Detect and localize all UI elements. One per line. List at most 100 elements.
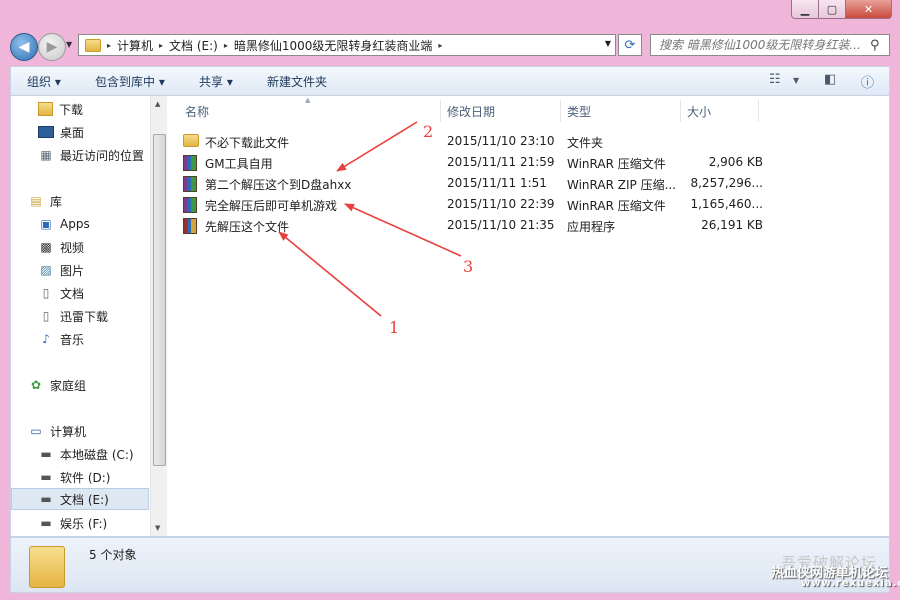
annotation-label-2: 2 <box>423 122 434 141</box>
file-list: ▲ 名称 修改日期 类型 大小 不必下载此文件 2015/11/10 23:10… <box>167 96 889 536</box>
search-input[interactable] <box>650 34 890 56</box>
documents-icon: ▯ <box>42 286 50 300</box>
annotation-arrow-1 <box>278 231 382 317</box>
column-header-date[interactable]: 修改日期 <box>441 100 561 122</box>
view-dropdown-icon[interactable]: ▼ <box>793 76 799 85</box>
file-row-gm-tool[interactable]: GM工具自用 2015/11/11 21:59 WinRAR 压缩文件 2,90… <box>179 152 763 173</box>
chevron-right-icon[interactable]: ▸ <box>436 41 444 50</box>
scroll-down-icon[interactable]: ▼ <box>155 524 160 532</box>
new-folder-button[interactable]: 新建文件夹 <box>267 73 327 90</box>
sidebar-item-videos[interactable]: ▩ 视频 <box>38 236 84 258</box>
file-type: WinRAR 压缩文件 <box>567 199 666 213</box>
file-name: 先解压这个文件 <box>205 220 290 234</box>
close-button[interactable]: ✕ <box>846 0 892 19</box>
maximize-button[interactable]: ▢ <box>819 0 846 19</box>
sidebar-item-drive-e[interactable]: ▬ 文档 (E:) <box>11 488 149 510</box>
chevron-right-icon[interactable]: ▸ <box>222 41 230 50</box>
sidebar-item-libraries[interactable]: ▤ 库 <box>28 190 62 212</box>
sidebar-item-thunder-downloads[interactable]: ▯ 迅雷下载 <box>38 305 108 327</box>
sidebar-item-desktop[interactable]: 桌面 <box>38 121 84 143</box>
breadcrumb-current-folder[interactable]: 暗黑修仙1000级无限转身红装商业端 <box>230 37 437 54</box>
file-size: 26,191 KB <box>701 218 763 232</box>
refresh-button[interactable]: ⟳ <box>618 34 642 56</box>
file-size: 8,257,296... <box>690 176 763 190</box>
annotation-label-1: 1 <box>389 318 400 337</box>
desktop-icon <box>38 126 54 138</box>
recent-places-icon: ▦ <box>40 148 52 162</box>
explorer-window: ▁ ▢ ✕ ◀ ▶ ▼ ▸ 计算机 ▸ 文档 (E:) ▸ 暗黑修仙1000级无… <box>0 0 900 600</box>
chevron-right-icon[interactable]: ▸ <box>105 41 113 50</box>
sidebar-item-label: 图片 <box>60 263 85 278</box>
address-dropdown-icon[interactable]: ▼ <box>605 39 611 48</box>
forward-button[interactable]: ▶ <box>38 33 66 61</box>
include-in-library-menu[interactable]: 包含到库中 ▾ <box>95 73 165 90</box>
navigation-pane: 下载 桌面 ▦ 最近访问的位置 ▤ 库 ▣ Apps ▩ 视频 ▨ 图片 ▯ 文… <box>11 96 149 536</box>
sidebar-item-label: 库 <box>50 194 63 209</box>
scrollbar-thumb[interactable] <box>153 134 166 466</box>
navigation-bar: ◀ ▶ ▼ ▸ 计算机 ▸ 文档 (E:) ▸ 暗黑修仙1000级无限转身红装商… <box>0 30 900 62</box>
sidebar-item-label: Apps <box>60 217 90 231</box>
file-name: GM工具自用 <box>205 157 273 171</box>
address-bar[interactable]: ▸ 计算机 ▸ 文档 (E:) ▸ 暗黑修仙1000级无限转身红装商业端 ▸ ▼ <box>78 34 616 56</box>
sidebar-item-label: 迅雷下载 <box>60 309 109 324</box>
column-header-size[interactable]: 大小 <box>681 100 759 122</box>
folder-icon <box>183 134 199 147</box>
libraries-icon: ▤ <box>30 194 42 208</box>
file-row-full-game-archive[interactable]: 完全解压后即可单机游戏 2015/11/10 22:39 WinRAR 压缩文件… <box>179 194 763 215</box>
winrar-icon <box>183 155 197 171</box>
sidebar-item-label: 音乐 <box>60 332 85 347</box>
column-header-type[interactable]: 类型 <box>561 100 681 122</box>
file-row-second-archive[interactable]: 第二个解压这个到D盘ahxx 2015/11/11 1:51 WinRAR ZI… <box>179 173 763 194</box>
hard-drive-icon: ▬ <box>40 492 52 506</box>
item-count: 5 个对象 <box>89 548 137 562</box>
thunder-download-icon: ▯ <box>42 309 50 323</box>
file-date: 2015/11/11 21:59 <box>447 155 555 169</box>
apps-icon: ▣ <box>40 217 52 231</box>
sidebar-item-music[interactable]: ♪ 音乐 <box>38 328 84 350</box>
winrar-zip-icon <box>183 176 197 192</box>
chevron-right-icon[interactable]: ▸ <box>157 41 165 50</box>
sidebar-item-recent-places[interactable]: ▦ 最近访问的位置 <box>38 144 144 166</box>
pictures-icon: ▨ <box>40 263 52 277</box>
breadcrumb-drive-e[interactable]: 文档 (E:) <box>165 37 222 54</box>
sidebar-item-label: 最近访问的位置 <box>60 148 145 163</box>
view-options-icon[interactable]: ☷ <box>769 72 781 87</box>
sidebar-item-drive-f[interactable]: ▬ 娱乐 (F:) <box>38 512 107 534</box>
exe-icon <box>183 218 197 234</box>
sidebar-item-drive-c[interactable]: ▬ 本地磁盘 (C:) <box>38 443 133 465</box>
file-name: 不必下载此文件 <box>205 136 290 150</box>
back-button[interactable]: ◀ <box>10 33 38 61</box>
hard-drive-icon: ▬ <box>40 447 52 461</box>
sidebar-item-label: 文档 (E:) <box>60 492 109 507</box>
file-row-folder[interactable]: 不必下载此文件 2015/11/10 23:10 文件夹 <box>179 131 759 152</box>
sidebar-item-pictures[interactable]: ▨ 图片 <box>38 259 84 281</box>
file-type: 应用程序 <box>567 220 616 234</box>
recent-pages-dropdown-icon[interactable]: ▼ <box>66 40 72 49</box>
status-bar: 5 个对象 吾爱破解论坛 热血侠网游单机论坛 www.rexuexia.com <box>10 537 900 593</box>
organize-menu[interactable]: 组织 ▾ <box>27 73 61 90</box>
minimize-button[interactable]: ▁ <box>791 0 819 19</box>
search-icon[interactable]: ⚲ <box>870 38 880 53</box>
breadcrumb-computer[interactable]: 计算机 <box>113 37 157 54</box>
scroll-up-icon[interactable]: ▲ <box>155 100 160 108</box>
sidebar-item-computer[interactable]: ▭ 计算机 <box>28 420 86 442</box>
preview-pane-icon[interactable]: ◧ <box>824 72 836 87</box>
share-menu[interactable]: 共享 ▾ <box>199 73 233 90</box>
file-type: WinRAR ZIP 压缩... <box>567 178 677 192</box>
sidebar-item-documents[interactable]: ▯ 文档 <box>38 282 84 304</box>
computer-icon: ▭ <box>30 424 42 438</box>
file-row-first-exe[interactable]: 先解压这个文件 2015/11/10 21:35 应用程序 26,191 KB <box>179 215 763 236</box>
sidebar-item-label: 桌面 <box>60 125 85 140</box>
sidebar-item-drive-d[interactable]: ▬ 软件 (D:) <box>38 466 110 488</box>
column-header-name[interactable]: 名称 <box>179 100 441 122</box>
help-icon[interactable]: ⓘ <box>861 72 874 91</box>
hard-drive-icon: ▬ <box>40 470 52 484</box>
file-date: 2015/11/10 23:10 <box>447 134 555 148</box>
navigation-pane-scrollbar[interactable]: ▲ ▼ <box>150 96 167 536</box>
sidebar-item-downloads[interactable]: 下载 <box>38 98 83 120</box>
sidebar-item-label: 娱乐 (F:) <box>60 516 108 531</box>
sidebar-item-apps[interactable]: ▣ Apps <box>38 213 90 235</box>
sidebar-item-homegroup[interactable]: ✿ 家庭组 <box>28 374 86 396</box>
file-name: 完全解压后即可单机游戏 <box>205 199 338 213</box>
hard-drive-icon: ▬ <box>40 516 52 530</box>
